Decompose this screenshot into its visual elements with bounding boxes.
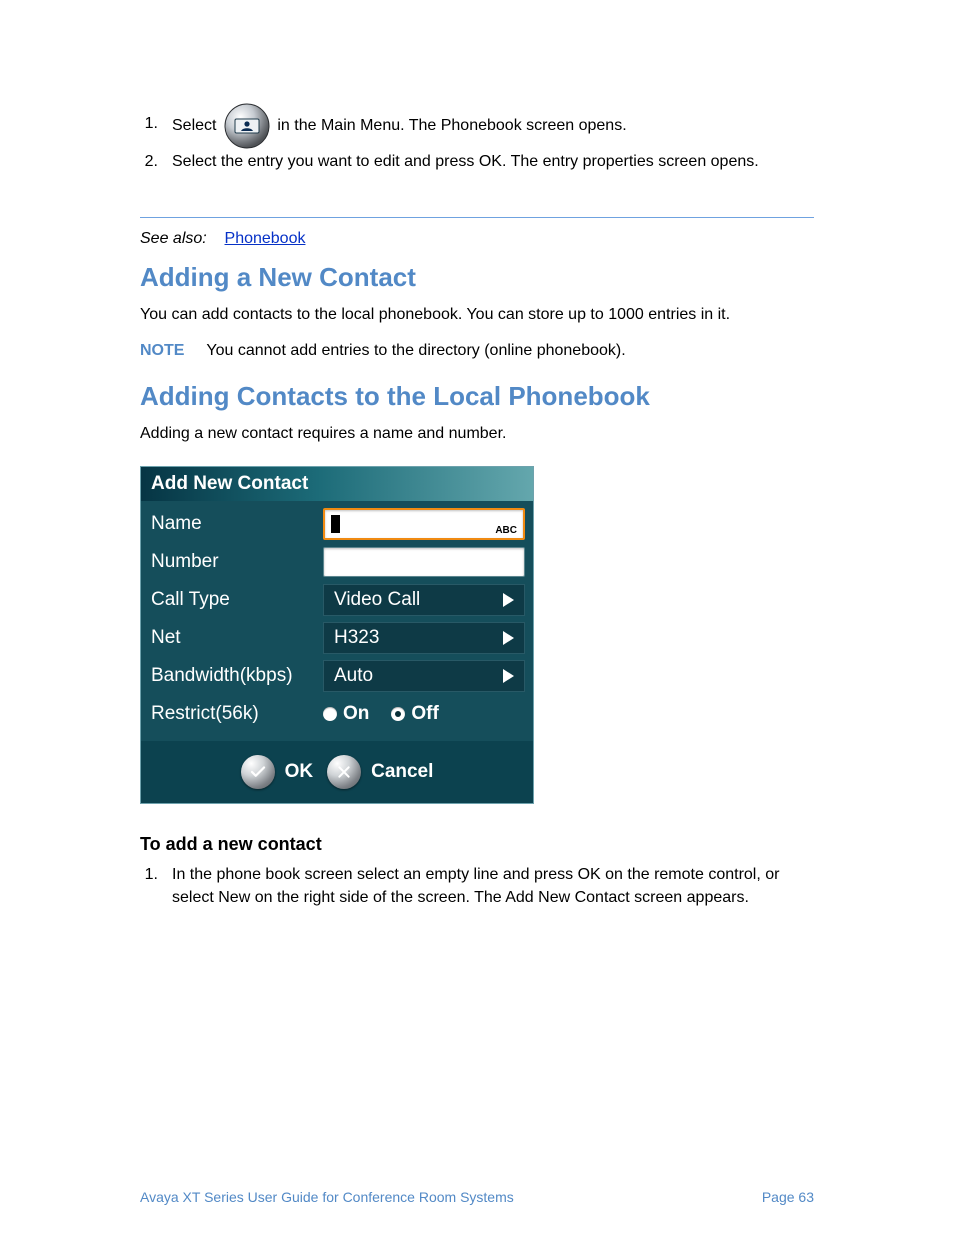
- procedure-steps: 1. Select: [140, 112, 814, 173]
- step-2: 2. Select the entry you want to edit and…: [140, 150, 814, 173]
- section-paragraph-2: Adding a new contact requires a name and…: [140, 422, 814, 446]
- radio-icon: [391, 707, 405, 721]
- section-paragraph-1: You can add contacts to the local phoneb…: [140, 303, 814, 327]
- restrict-off-radio[interactable]: Off: [391, 703, 438, 725]
- net-select[interactable]: H323: [323, 622, 525, 654]
- proc2-step-1-text: In the phone book screen select an empty…: [172, 863, 814, 909]
- check-icon: [241, 755, 275, 789]
- proc2-step-1-number: 1.: [140, 863, 158, 886]
- step-1-number: 1.: [140, 112, 158, 135]
- cancel-label: Cancel: [371, 761, 433, 783]
- procedure-steps-2: 1. In the phone book screen select an em…: [140, 863, 814, 909]
- bandwidth-select[interactable]: Auto: [323, 660, 525, 692]
- add-new-contact-dialog: Add New Contact Name ABC Number Call Typ…: [140, 466, 534, 804]
- step-1: 1. Select: [140, 112, 814, 140]
- page-footer: Avaya XT Series User Guide for Conferenc…: [140, 1189, 814, 1205]
- note-text: You cannot add entries to the directory …: [206, 342, 625, 359]
- chevron-right-icon: [503, 669, 514, 683]
- number-input[interactable]: [323, 547, 525, 577]
- name-label: Name: [149, 513, 315, 535]
- step-2-text: Select the entry you want to edit and pr…: [172, 150, 759, 173]
- chevron-right-icon: [503, 593, 514, 607]
- footer-doc-title: Avaya XT Series User Guide for Conferenc…: [140, 1189, 514, 1205]
- net-value: H323: [334, 627, 379, 649]
- close-icon: [327, 755, 361, 789]
- number-label: Number: [149, 551, 315, 573]
- subsection-title: Adding Contacts to the Local Phonebook: [140, 381, 814, 412]
- step-1-text: Select: [172, 112, 627, 140]
- net-label: Net: [149, 627, 315, 649]
- footer-page-number: Page 63: [762, 1189, 814, 1205]
- calltype-value: Video Call: [334, 589, 420, 611]
- see-also-link[interactable]: Phonebook: [225, 230, 306, 247]
- procedure-heading: To add a new contact: [140, 834, 814, 855]
- restrict-label: Restrict(56k): [149, 703, 315, 725]
- cancel-button[interactable]: Cancel: [327, 755, 433, 789]
- proc2-step-1: 1. In the phone book screen select an em…: [140, 863, 814, 909]
- dialog-title: Add New Contact: [141, 467, 533, 501]
- ok-label: OK: [285, 761, 314, 783]
- restrict-on-radio[interactable]: On: [323, 703, 369, 725]
- divider: [140, 217, 814, 218]
- see-also-label: See also:: [140, 230, 207, 247]
- radio-icon: [323, 707, 337, 721]
- bandwidth-label: Bandwidth(kbps): [149, 665, 315, 687]
- input-mode-indicator: ABC: [495, 525, 517, 536]
- note: NOTE You cannot add entries to the direc…: [140, 339, 814, 363]
- phonebook-icon: [223, 102, 271, 150]
- text-cursor-icon: [331, 515, 340, 533]
- restrict-on-label: On: [343, 703, 369, 725]
- calltype-select[interactable]: Video Call: [323, 584, 525, 616]
- bandwidth-value: Auto: [334, 665, 373, 687]
- step-2-number: 2.: [140, 150, 158, 173]
- note-label: NOTE: [140, 342, 184, 359]
- calltype-label: Call Type: [149, 589, 315, 611]
- section-title: Adding a New Contact: [140, 262, 814, 293]
- chevron-right-icon: [503, 631, 514, 645]
- ok-button[interactable]: OK: [241, 755, 314, 789]
- see-also: See also: Phonebook: [140, 230, 814, 248]
- restrict-off-label: Off: [411, 703, 438, 725]
- name-input[interactable]: ABC: [323, 508, 525, 540]
